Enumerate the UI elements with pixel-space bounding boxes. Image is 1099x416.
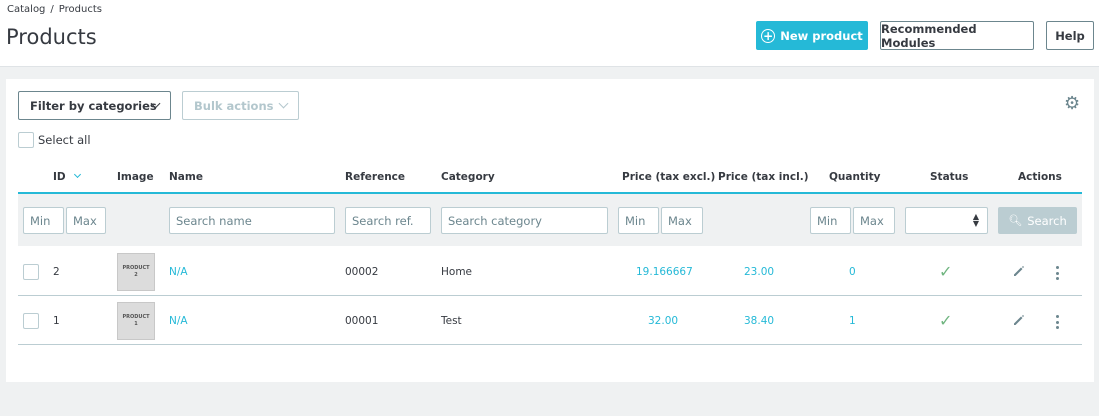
check-icon[interactable]: ✓ [939, 262, 952, 281]
product-price-incl[interactable]: 23.00 [744, 266, 774, 278]
product-price-excl[interactable]: 32.00 [648, 315, 678, 327]
gear-icon[interactable]: ⚙ [1064, 95, 1080, 113]
breadcrumb-current: Products [58, 4, 102, 15]
search-button-label: Search [1027, 213, 1067, 228]
product-thumbnail[interactable]: PRODUCT 2 [117, 253, 155, 291]
product-thumbnail[interactable]: PRODUCT 1 [117, 302, 155, 340]
column-header-price-incl[interactable]: Price (tax incl.) [718, 171, 809, 183]
column-header-category[interactable]: Category [441, 171, 495, 183]
new-product-label: New product [780, 28, 863, 43]
search-icon: 🔍︎ [1008, 214, 1023, 227]
quantity-max-input[interactable]: Max [853, 207, 895, 234]
row-divider [18, 344, 1082, 345]
sort-desc-icon[interactable] [73, 170, 81, 179]
updown-arrows-icon: ▲ ▼ [972, 212, 979, 228]
product-name-link[interactable]: N/A [169, 315, 188, 327]
product-quantity[interactable]: 0 [849, 266, 856, 278]
column-header-price-excl[interactable]: Price (tax excl.) [622, 171, 715, 183]
status-select[interactable]: ▲ ▼ [905, 207, 988, 234]
search-reference-input[interactable]: Search ref. [345, 207, 431, 234]
product-reference: 00001 [345, 315, 379, 327]
checkbox[interactable] [18, 132, 34, 148]
price-min-input[interactable]: Min [618, 207, 659, 234]
price-max-input[interactable]: Max [661, 207, 703, 234]
select-all-label: Select all [38, 133, 91, 147]
product-category: Home [441, 266, 473, 278]
search-button[interactable]: 🔍︎ Search [998, 207, 1077, 234]
column-header-id[interactable]: ID [53, 170, 81, 183]
more-vertical-icon[interactable] [1056, 266, 1060, 283]
column-header-name[interactable]: Name [169, 171, 203, 183]
check-icon[interactable]: ✓ [939, 311, 952, 330]
thumbnail-number: 2 [134, 272, 138, 278]
search-category-input[interactable]: Search category [441, 207, 608, 234]
id-max-input[interactable]: Max [66, 207, 106, 234]
column-header-quantity[interactable]: Quantity [829, 171, 880, 183]
product-price-excl[interactable]: 19.166667 [636, 266, 693, 278]
column-header-actions: Actions [1018, 171, 1062, 183]
thumbnail-number: 1 [134, 321, 138, 327]
column-header-id-label: ID [53, 171, 66, 183]
column-header-reference[interactable]: Reference [345, 171, 405, 183]
product-category: Test [441, 315, 462, 327]
page-title: Products [6, 25, 97, 49]
breadcrumb-catalog-link[interactable]: Catalog [7, 4, 45, 15]
edit-pencil-icon[interactable] [1012, 263, 1026, 282]
edit-pencil-icon[interactable] [1012, 312, 1026, 331]
page-header: Catalog / Products Products + New product … [0, 0, 1099, 67]
help-button[interactable]: Help [1046, 21, 1094, 50]
thumbnail-text: PRODUCT [122, 313, 150, 320]
bulk-actions-dropdown[interactable]: Bulk actions [182, 91, 299, 120]
new-product-button[interactable]: + New product [756, 21, 868, 50]
select-all-checkbox[interactable]: Select all [18, 132, 91, 148]
filter-by-categories-label: Filter by categories [30, 98, 157, 113]
column-header-image: Image [117, 171, 154, 183]
row-checkbox[interactable] [23, 313, 39, 329]
row-divider [18, 295, 1082, 296]
thumbnail-text: PRODUCT [122, 264, 150, 271]
product-name-link[interactable]: N/A [169, 266, 188, 278]
product-price-incl[interactable]: 38.40 [744, 315, 774, 327]
product-quantity[interactable]: 1 [849, 315, 856, 327]
id-min-input[interactable]: Min [23, 207, 64, 234]
breadcrumb-separator: / [50, 4, 54, 15]
product-id: 1 [53, 315, 60, 327]
product-reference: 00002 [345, 266, 379, 278]
bulk-actions-label: Bulk actions [194, 98, 274, 113]
filter-by-categories-dropdown[interactable]: Filter by categories [18, 91, 171, 120]
column-header-status[interactable]: Status [930, 171, 968, 183]
row-checkbox[interactable] [23, 264, 39, 280]
breadcrumb: Catalog / Products [7, 4, 102, 15]
products-card: Filter by categories Bulk actions ⚙ Sele… [6, 79, 1094, 382]
chevron-down-icon [278, 98, 289, 109]
quantity-min-input[interactable]: Min [810, 207, 851, 234]
plus-circle-icon: + [761, 28, 776, 43]
search-name-input[interactable]: Search name [169, 207, 335, 234]
product-id: 2 [53, 266, 60, 278]
more-vertical-icon[interactable] [1056, 315, 1060, 332]
recommended-modules-button[interactable]: Recommended Modules [880, 21, 1034, 50]
